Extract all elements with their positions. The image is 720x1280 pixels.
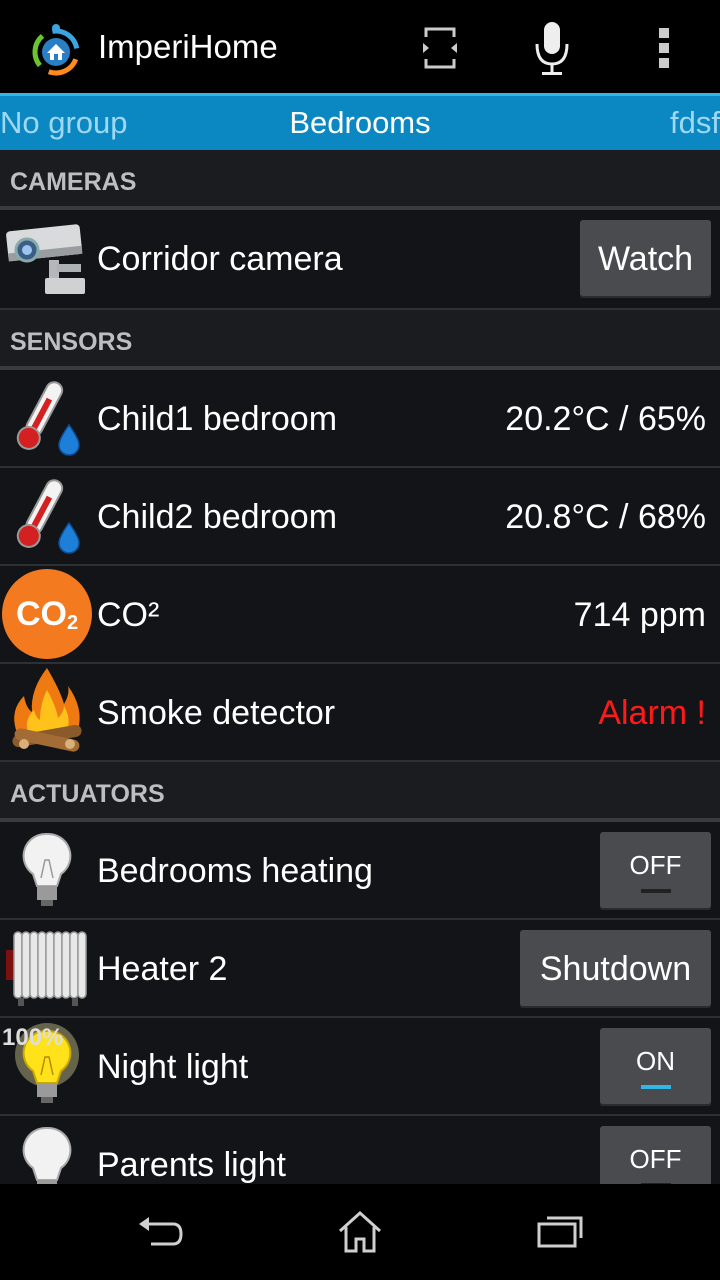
sensor-value: 20.2°C / 65% xyxy=(505,400,706,438)
power-toggle-button[interactable]: OFF xyxy=(600,832,711,910)
section-title: SENSORS xyxy=(10,328,133,356)
app-logo-icon[interactable] xyxy=(28,22,84,78)
thermometer-humidity-icon xyxy=(0,374,94,462)
tab-fdsf[interactable]: fdsf xyxy=(670,105,720,141)
shutdown-button[interactable]: Shutdown xyxy=(520,930,711,1008)
co2-icon-subscript: 2 xyxy=(66,611,79,634)
device-row-bedrooms-heating[interactable]: Bedrooms heating OFF xyxy=(0,822,720,920)
device-row-co2[interactable]: CO 2 CO² 714 ppm xyxy=(0,566,720,664)
co2-icon-text: CO xyxy=(15,594,67,633)
device-name: Child1 bedroom xyxy=(97,400,338,438)
device-name: Bedrooms heating xyxy=(97,852,373,890)
back-icon[interactable] xyxy=(130,1204,190,1260)
device-name: Corridor camera xyxy=(97,240,343,278)
co2-icon: CO 2 xyxy=(0,569,94,659)
toggle-label: ON xyxy=(636,1045,675,1076)
section-title: CAMERAS xyxy=(10,168,137,196)
radiator-icon xyxy=(0,924,94,1012)
overflow-menu-icon[interactable] xyxy=(634,18,694,78)
rotate-icon[interactable] xyxy=(410,18,470,78)
device-row-child1-bedroom[interactable]: Child1 bedroom 20.2°C / 65% xyxy=(0,370,720,468)
microphone-icon[interactable] xyxy=(522,18,582,78)
light-bulb-icon xyxy=(0,826,94,914)
device-name: Child2 bedroom xyxy=(97,498,338,536)
device-name: Smoke detector xyxy=(97,694,336,732)
power-toggle-button[interactable]: ON xyxy=(600,1028,711,1106)
toggle-label: OFF xyxy=(629,849,682,880)
system-navigation-bar xyxy=(0,1184,720,1280)
section-header-sensors: SENSORS xyxy=(0,310,720,370)
device-name: Night light xyxy=(97,1048,249,1086)
tab-no-group[interactable]: No group xyxy=(0,105,128,141)
thermometer-humidity-icon xyxy=(0,472,94,560)
device-row-night-light[interactable]: 100% Night light ON xyxy=(0,1018,720,1116)
device-row-smoke-detector[interactable]: Smoke detector Alarm ! xyxy=(0,664,720,762)
group-tabs: Bedrooms No group fdsf xyxy=(0,96,720,150)
section-header-actuators: ACTUATORS xyxy=(0,762,720,822)
section-header-cameras: CAMERAS xyxy=(0,150,720,210)
sensor-value: 20.8°C / 68% xyxy=(505,498,706,536)
device-name: CO² xyxy=(97,596,160,634)
device-name: Heater 2 xyxy=(97,950,228,988)
device-row-child2-bedroom[interactable]: Child2 bedroom 20.8°C / 68% xyxy=(0,468,720,566)
device-row-parents-light[interactable]: Parents light OFF xyxy=(0,1116,720,1184)
security-camera-icon xyxy=(0,214,94,302)
alarm-status: Alarm ! xyxy=(598,694,706,732)
device-name: Parents light xyxy=(97,1146,286,1184)
light-bulb-icon xyxy=(0,1120,94,1184)
fire-icon xyxy=(0,668,94,756)
section-title: ACTUATORS xyxy=(10,780,165,808)
sensor-value: 714 ppm xyxy=(573,596,706,634)
recent-apps-icon[interactable] xyxy=(530,1204,590,1260)
toggle-label: OFF xyxy=(629,1143,682,1174)
device-row-corridor-camera[interactable]: Corridor camera Watch xyxy=(0,210,720,310)
device-list: CAMERAS Corridor camera Watch SENSORS Ch… xyxy=(0,150,720,1184)
dimmer-level: 100% xyxy=(2,1024,64,1051)
app-title: ImperiHome xyxy=(98,28,278,65)
toggle-indicator xyxy=(640,888,671,893)
power-toggle-button[interactable]: OFF xyxy=(600,1126,711,1184)
home-icon[interactable] xyxy=(330,1204,390,1260)
toggle-indicator xyxy=(640,1084,671,1089)
action-bar: ImperiHome xyxy=(0,0,720,93)
device-row-heater-2[interactable]: Heater 2 Shutdown xyxy=(0,920,720,1018)
watch-button[interactable]: Watch xyxy=(580,220,711,298)
